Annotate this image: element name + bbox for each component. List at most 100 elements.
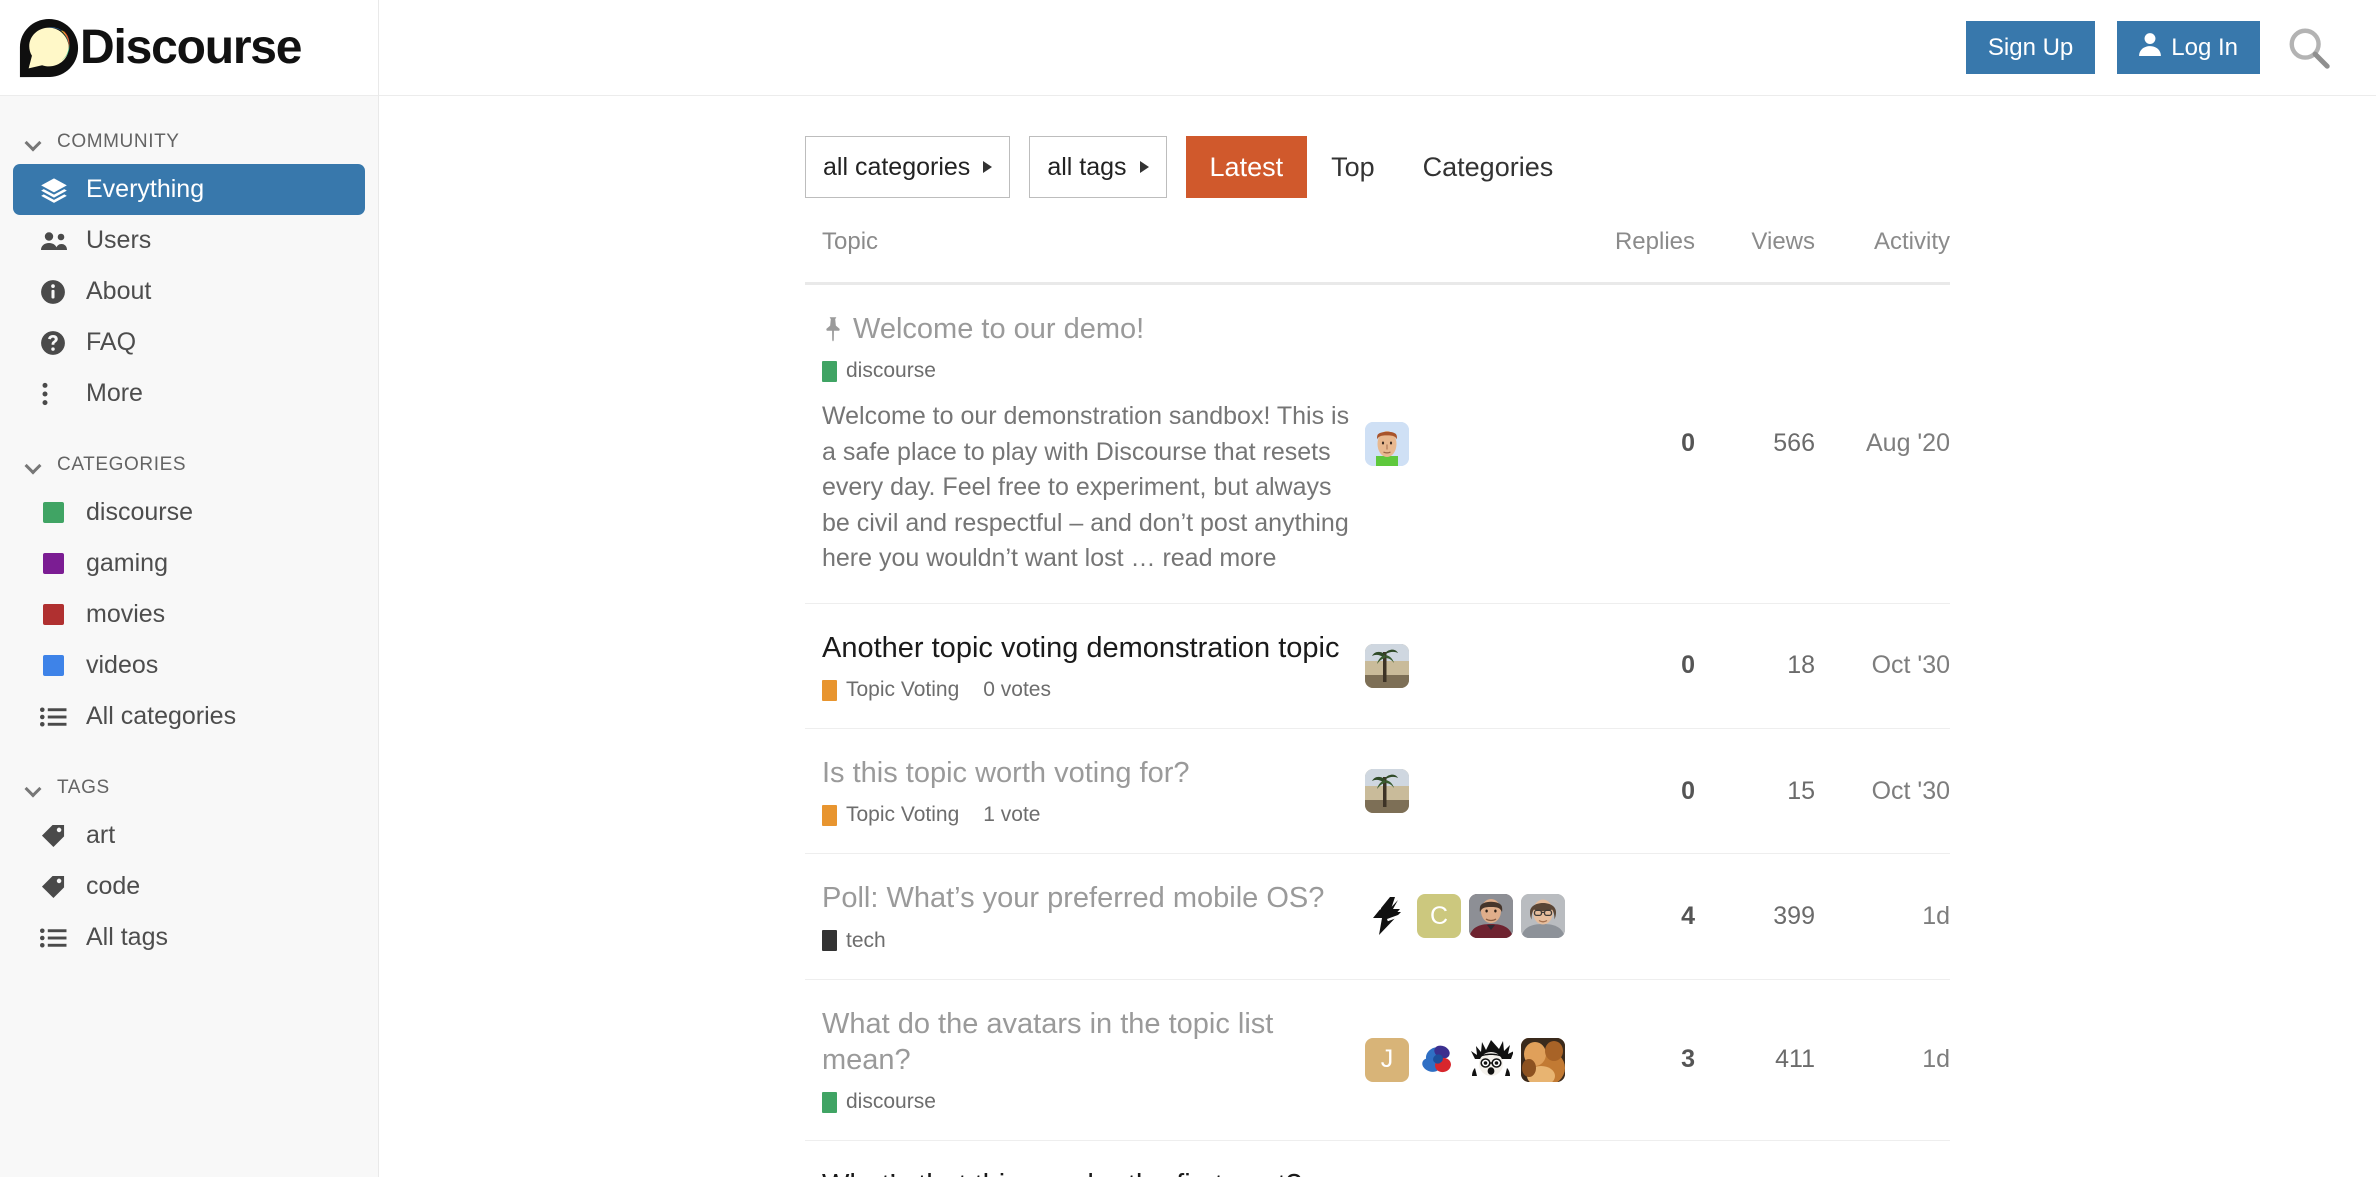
posters-cell: [1365, 643, 1585, 688]
vote-count: 0 votes: [983, 678, 1051, 701]
topic-title-link[interactable]: Welcome to our demo!: [822, 311, 1365, 347]
category-badge[interactable]: Topic Voting: [822, 803, 959, 827]
replies-count[interactable]: 3: [1585, 1045, 1695, 1074]
posters-cell: [1365, 769, 1585, 814]
column-header-activity[interactable]: Activity: [1815, 228, 1950, 256]
views-count[interactable]: 566: [1695, 429, 1815, 458]
chevron-down-icon: [26, 460, 43, 470]
sidebar-item-videos[interactable]: videos: [13, 640, 365, 691]
tab-categories[interactable]: Categories: [1399, 136, 1578, 198]
topic-cell: Poll: What’s your preferred mobile OS? te…: [805, 880, 1365, 952]
category-badge[interactable]: discourse: [822, 359, 936, 383]
sidebar-item-label: gaming: [86, 549, 168, 577]
log-in-label: Log In: [2171, 33, 2238, 61]
sidebar-item-label: videos: [86, 651, 159, 679]
category-label: tech: [846, 928, 886, 952]
category-badge[interactable]: tech: [822, 929, 886, 953]
sidebar-sections: COMMUNITY Everything Users About FAQ More CATE…: [0, 122, 378, 963]
sidebar-section-categories: CATEGORIES discourse gaming movies videos All…: [0, 445, 378, 742]
category-color-icon: [822, 804, 837, 826]
sidebar-section-header-tags[interactable]: TAGS: [0, 768, 378, 808]
sidebar-item-everything[interactable]: Everything: [13, 164, 365, 215]
layers-icon: [40, 176, 70, 204]
topic-cell: Is this topic worth voting for? Topic Vot…: [805, 755, 1365, 827]
tag-icon: [40, 874, 70, 900]
sidebar-item-movies[interactable]: movies: [13, 589, 365, 640]
table-row[interactable]: Is this topic worth voting for? Topic Vot…: [805, 729, 1950, 855]
tags-dropdown[interactable]: all tags: [1029, 136, 1167, 198]
category-label: discourse: [846, 359, 936, 383]
poster-avatars: C: [1365, 894, 1585, 939]
topic-title-link[interactable]: Another topic voting demonstration topic: [822, 630, 1365, 666]
topic-title-link[interactable]: Is this topic worth voting for?: [822, 755, 1365, 791]
site-logo[interactable]: Discourse: [0, 0, 378, 96]
table-row[interactable]: What do the avatars in the topic list me…: [805, 980, 1950, 1141]
topic-cell: What do the avatars in the topic list me…: [805, 1006, 1365, 1115]
topic-title: Welcome to our demo!: [853, 313, 1145, 345]
sidebar-section-header-categories[interactable]: CATEGORIES: [0, 445, 378, 485]
sidebar-item-label: movies: [86, 600, 166, 628]
topic-title: Poll: What’s your preferred mobile OS?: [822, 882, 1325, 915]
views-count[interactable]: 15: [1695, 777, 1815, 806]
activity-time[interactable]: Oct '30: [1815, 651, 1950, 680]
replies-count[interactable]: 0: [1585, 429, 1695, 458]
top-header: Sign Up Log In: [379, 0, 2376, 96]
avatar-image[interactable]: [1365, 769, 1409, 814]
table-row[interactable]: Poll: What’s your preferred mobile OS? te…: [805, 854, 1950, 980]
activity-time[interactable]: 1d: [1815, 1045, 1950, 1074]
category-badge[interactable]: discourse: [822, 1090, 936, 1114]
sign-up-button[interactable]: Sign Up: [1965, 21, 2096, 74]
tab-top[interactable]: Top: [1307, 136, 1399, 198]
avatar-image[interactable]: [1365, 894, 1409, 939]
avatar-image[interactable]: [1469, 1037, 1513, 1082]
category-badge[interactable]: Topic Voting: [822, 678, 959, 702]
sidebar-item-more[interactable]: More: [13, 368, 365, 419]
topic-title-link[interactable]: What do the avatars in the topic list me…: [822, 1006, 1365, 1079]
pin-icon: [826, 317, 840, 342]
column-header-replies[interactable]: Replies: [1585, 228, 1695, 256]
avatar-image[interactable]: [1365, 643, 1409, 688]
table-row[interactable]: Another topic voting demonstration topic…: [805, 604, 1950, 729]
topic-title-link[interactable]: What’s that thing under the first post?: [822, 1167, 1365, 1177]
categories-dropdown[interactable]: all categories: [805, 136, 1011, 198]
sidebar-item-about[interactable]: About: [13, 266, 365, 317]
sidebar-item-faq[interactable]: FAQ: [13, 317, 365, 368]
table-row[interactable]: Welcome to our demo! discourse Welcome to …: [805, 285, 1950, 604]
sidebar-item-all-categories[interactable]: All categories: [13, 691, 365, 742]
views-count[interactable]: 411: [1695, 1045, 1815, 1074]
sidebar-item-users[interactable]: Users: [13, 215, 365, 266]
replies-count[interactable]: 0: [1585, 651, 1695, 680]
topic-excerpt[interactable]: Welcome to our demonstration sandbox! Th…: [822, 399, 1365, 577]
activity-time[interactable]: Aug '20: [1815, 429, 1950, 458]
views-count[interactable]: 18: [1695, 651, 1815, 680]
activity-time[interactable]: 1d: [1815, 902, 1950, 931]
sidebar-item-label: FAQ: [86, 328, 137, 356]
log-in-button[interactable]: Log In: [2117, 21, 2260, 74]
user-icon: [2139, 32, 2162, 63]
avatar-image[interactable]: [1365, 421, 1409, 466]
sidebar-item-all-tags[interactable]: All tags: [13, 912, 365, 963]
avatar-image[interactable]: [1521, 1037, 1565, 1082]
avatar-letter[interactable]: C: [1417, 894, 1461, 939]
sidebar-item-discourse[interactable]: discourse: [13, 487, 365, 538]
avatar-letter[interactable]: J: [1365, 1037, 1409, 1082]
column-header-views[interactable]: Views: [1695, 228, 1815, 256]
chevron-down-icon: [26, 783, 43, 793]
sidebar-item-art[interactable]: art: [13, 810, 365, 861]
avatar-image[interactable]: [1417, 1037, 1461, 1082]
topic-title-link[interactable]: Poll: What’s your preferred mobile OS?: [822, 880, 1365, 916]
avatar-image[interactable]: [1469, 894, 1513, 939]
search-button[interactable]: [2282, 21, 2336, 75]
replies-count[interactable]: 0: [1585, 777, 1695, 806]
avatar-image[interactable]: [1521, 894, 1565, 939]
activity-time[interactable]: Oct '30: [1815, 777, 1950, 806]
sidebar-item-label: About: [86, 277, 152, 305]
tab-latest[interactable]: Latest: [1185, 136, 1308, 198]
sidebar-item-gaming[interactable]: gaming: [13, 538, 365, 589]
sidebar-item-code[interactable]: code: [13, 861, 365, 912]
replies-count[interactable]: 4: [1585, 902, 1695, 931]
table-row[interactable]: What’s that thing under the first post?d…: [805, 1141, 1950, 1177]
sidebar-section-header-community[interactable]: COMMUNITY: [0, 122, 378, 162]
sidebar: Discourse COMMUNITY Everything Users About F…: [0, 0, 379, 1177]
views-count[interactable]: 399: [1695, 902, 1815, 931]
